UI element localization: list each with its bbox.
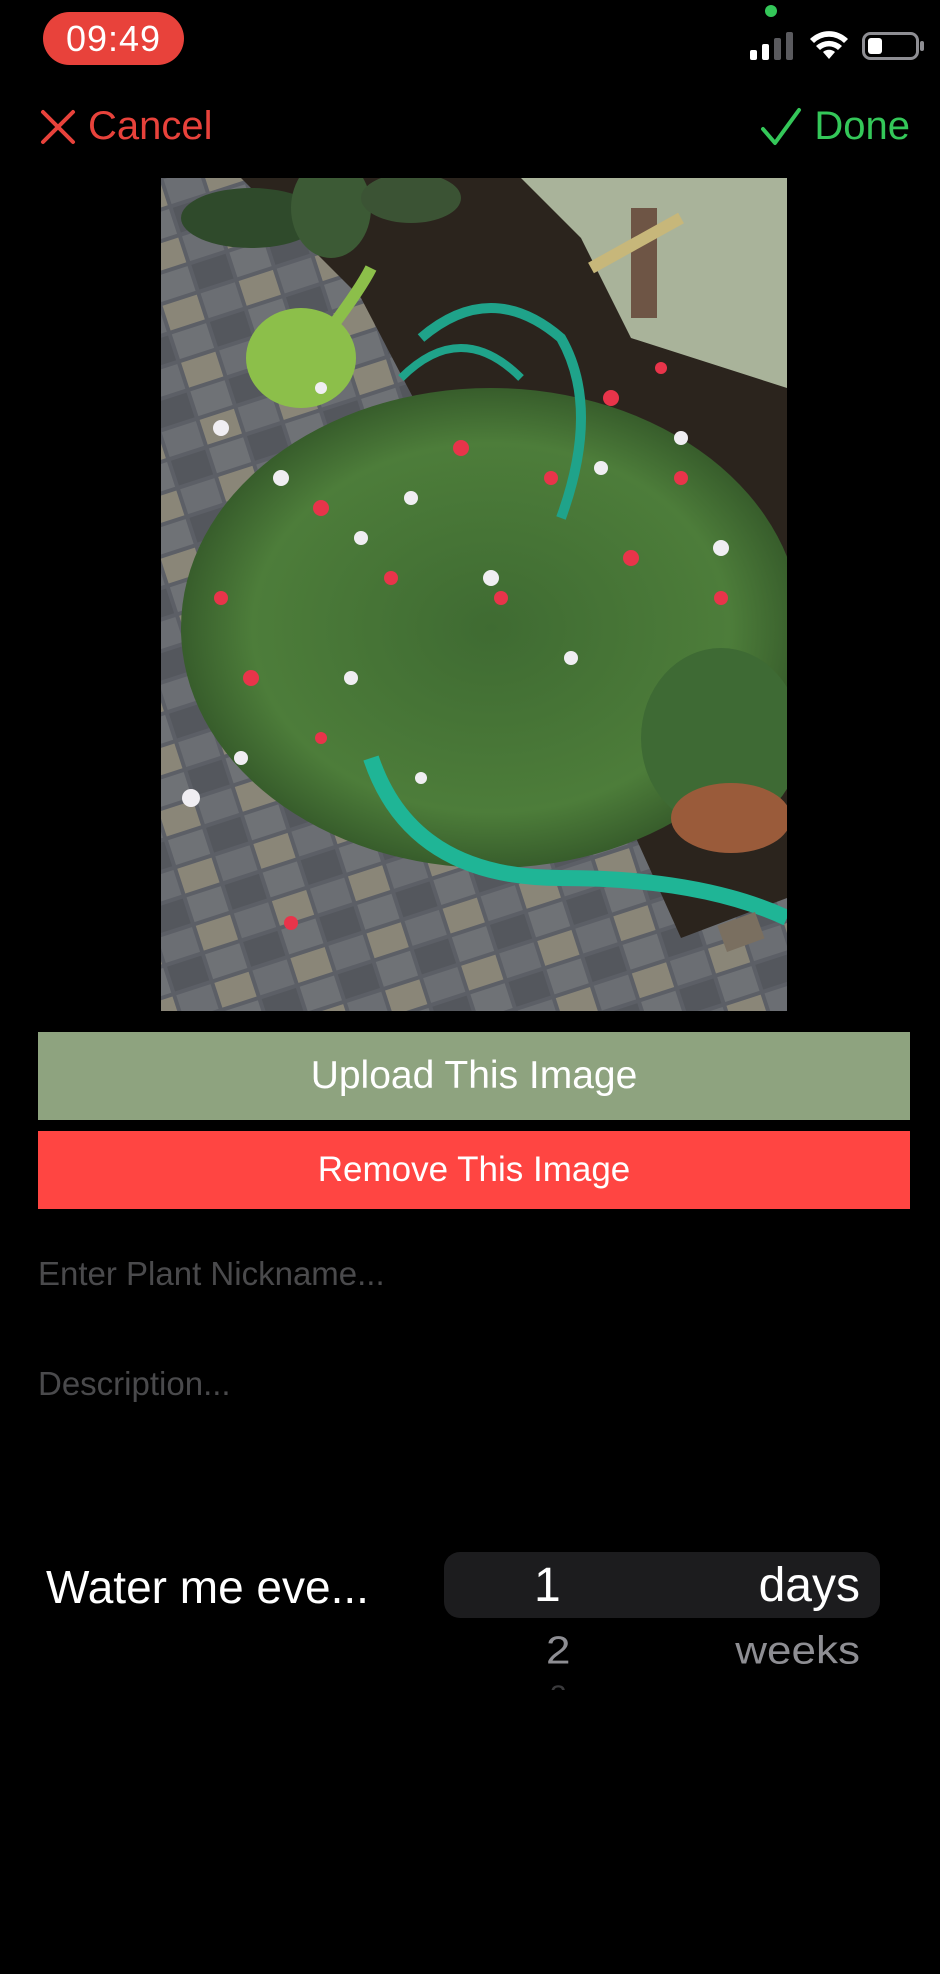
battery-icon <box>862 32 924 60</box>
plant-photo <box>161 178 787 1011</box>
water-frequency-label: Water me eve... <box>46 1561 369 1613</box>
plant-nickname-input[interactable] <box>38 1246 910 1302</box>
cancel-button[interactable]: Cancel <box>40 104 213 149</box>
privacy-indicator <box>765 5 777 17</box>
picker-number-option[interactable]: 3 <box>550 1680 567 1690</box>
upload-image-button[interactable]: Upload This Image <box>38 1032 910 1120</box>
done-label: Done <box>814 104 910 148</box>
picker-number-option[interactable]: 2 <box>546 1629 570 1673</box>
done-button[interactable]: Done <box>760 104 910 149</box>
signal-icon <box>750 32 793 60</box>
remove-image-button[interactable]: Remove This Image <box>38 1131 910 1209</box>
cancel-label: Cancel <box>88 104 213 148</box>
checkmark-icon <box>761 107 802 145</box>
close-icon <box>41 109 75 144</box>
description-input[interactable] <box>38 1356 910 1412</box>
picker-number-selected[interactable]: 1 <box>534 1558 561 1613</box>
water-frequency-picker[interactable]: 1 days 2 weeks 3 <box>444 1552 880 1692</box>
picker-unit-option[interactable]: weeks <box>735 1629 860 1673</box>
status-time: 09:49 <box>43 12 184 65</box>
picker-unit-selected[interactable]: days <box>759 1558 860 1613</box>
wifi-icon <box>810 31 848 59</box>
